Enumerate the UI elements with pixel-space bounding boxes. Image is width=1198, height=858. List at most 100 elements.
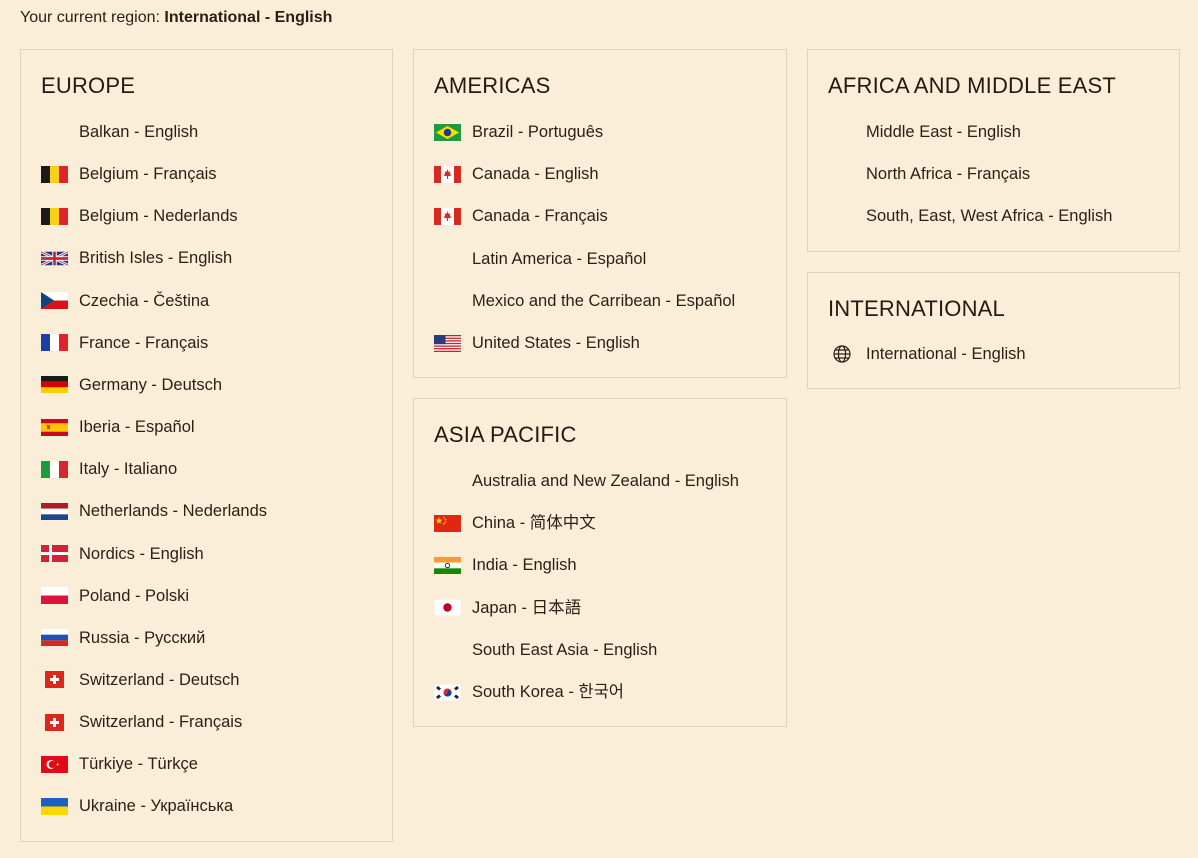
region-link-label: Russia - Русский bbox=[79, 628, 206, 647]
current-region-text: Your current region: International - Eng… bbox=[20, 8, 332, 28]
turkey-flag-icon bbox=[41, 755, 68, 773]
flag-placeholder bbox=[434, 641, 461, 658]
japan-flag-icon bbox=[434, 599, 461, 617]
region-link[interactable]: Ukraine - Українська bbox=[41, 794, 233, 818]
panel-africa-middle-east: AFRICA AND MIDDLE EAST Middle East - Eng… bbox=[807, 49, 1180, 252]
flag-placeholder bbox=[434, 473, 461, 490]
panel-title-international: INTERNATIONAL bbox=[828, 296, 1005, 321]
korea-flag-icon bbox=[434, 683, 461, 701]
region-link-label: Mexico and the Carribean - Español bbox=[472, 291, 736, 310]
netherlands-flag-icon bbox=[41, 502, 68, 520]
germany-flag-icon bbox=[41, 376, 68, 394]
switzerland-flag-icon bbox=[41, 671, 68, 689]
region-link[interactable]: Middle East - English bbox=[828, 120, 1021, 144]
region-link-label: Canada - Français bbox=[472, 207, 608, 226]
panel-asia-pacific: ASIA PACIFIC Australia and New Zealand -… bbox=[413, 398, 787, 727]
czechia-flag-icon bbox=[41, 292, 68, 310]
region-link-label: Australia and New Zealand - English bbox=[472, 472, 739, 490]
region-link-label: France - Français bbox=[79, 333, 209, 352]
region-link-label: Netherlands - Nederlands bbox=[79, 502, 268, 521]
region-link[interactable]: South, East, West Africa - English bbox=[828, 204, 1112, 228]
spain-flag-icon bbox=[41, 418, 68, 436]
region-link-label: Middle East - English bbox=[866, 123, 1021, 141]
denmark-flag-icon bbox=[41, 545, 68, 562]
region-link[interactable]: Mexico and the Carribean - Español bbox=[434, 289, 735, 313]
region-link-label: Türkiye - Türkçe bbox=[79, 755, 198, 774]
region-link-label: Italy - Italiano bbox=[79, 460, 178, 479]
region-link[interactable]: Italy - Italiano bbox=[41, 457, 177, 481]
region-link-label: Belgium - Français bbox=[79, 165, 217, 184]
flag-placeholder bbox=[828, 208, 855, 225]
panel-title-africa-middle-east: AFRICA AND MIDDLE EAST bbox=[828, 73, 1117, 98]
region-link[interactable]: Czechia - Čeština bbox=[41, 289, 209, 313]
region-link-label: Canada - English bbox=[472, 165, 599, 184]
china-flag-icon bbox=[434, 514, 461, 532]
india-flag-icon bbox=[434, 556, 461, 574]
region-link-label: South East Asia - English bbox=[472, 640, 658, 659]
flag-placeholder bbox=[434, 292, 461, 309]
region-link[interactable]: Australia and New Zealand - English bbox=[434, 469, 739, 493]
russia-flag-icon bbox=[41, 629, 68, 647]
region-link[interactable]: Balkan - English bbox=[41, 120, 198, 144]
panel-title-asia-pacific: ASIA PACIFIC bbox=[434, 422, 577, 447]
region-link[interactable]: Iberia - Español bbox=[41, 415, 195, 439]
region-link[interactable]: Latin America - Español bbox=[434, 247, 646, 271]
region-link-label: Switzerland - Français bbox=[79, 713, 243, 732]
region-link[interactable]: France - Français bbox=[41, 331, 208, 355]
panel-title-americas: AMERICAS bbox=[434, 73, 551, 98]
region-link-label: Switzerland - Deutsch bbox=[79, 670, 240, 689]
region-link-label: Poland - Polski bbox=[79, 586, 190, 605]
panel-international: INTERNATIONAL International - English bbox=[807, 272, 1180, 389]
region-link[interactable]: Canada - English bbox=[434, 162, 599, 186]
region-link[interactable]: Russia - Русский bbox=[41, 626, 205, 650]
region-link-label: Iberia - Español bbox=[79, 418, 195, 437]
region-link-label: Belgium - Nederlands bbox=[79, 207, 238, 226]
region-link[interactable]: Switzerland - Français bbox=[41, 710, 242, 734]
region-link[interactable]: Switzerland - Deutsch bbox=[41, 668, 239, 692]
region-link-label: Czechia - Čeština bbox=[79, 291, 210, 310]
canada-flag-icon bbox=[434, 207, 461, 225]
region-link[interactable]: Poland - Polski bbox=[41, 584, 189, 608]
globe-icon bbox=[828, 344, 855, 364]
panel-title-europe: EUROPE bbox=[41, 73, 136, 98]
region-link-label: India - English bbox=[472, 556, 577, 575]
region-link[interactable]: Belgium - Français bbox=[41, 162, 217, 186]
region-link[interactable]: Nordics - English bbox=[41, 542, 204, 566]
region-link[interactable]: International - English bbox=[828, 342, 1026, 366]
current-region-value: International - English bbox=[164, 9, 333, 26]
region-link-label: British Isles - English bbox=[79, 249, 233, 268]
region-link[interactable]: Netherlands - Nederlands bbox=[41, 499, 267, 523]
region-link[interactable]: Germany - Deutsch bbox=[41, 373, 222, 397]
region-link-label: International - English bbox=[866, 345, 1026, 363]
region-link[interactable]: North Africa - Français bbox=[828, 162, 1030, 186]
region-link-label: Nordics - English bbox=[79, 544, 204, 563]
region-link[interactable]: South East Asia - English bbox=[434, 638, 657, 662]
usa-flag-icon bbox=[434, 334, 461, 352]
region-link-label: Germany - Deutsch bbox=[79, 375, 223, 394]
uk-flag-icon bbox=[41, 250, 68, 267]
region-link[interactable]: United States - English bbox=[434, 331, 640, 355]
france-flag-icon bbox=[41, 334, 68, 352]
region-link[interactable]: China - 简体中文 bbox=[434, 511, 596, 535]
region-link-label: Japan - 日本語 bbox=[472, 598, 582, 617]
region-link[interactable]: India - English bbox=[434, 553, 577, 577]
region-link[interactable]: Belgium - Nederlands bbox=[41, 204, 238, 228]
panel-europe: EUROPE Balkan - English Belgium - Françai… bbox=[20, 49, 393, 842]
region-link-label: Brazil - Português bbox=[472, 123, 604, 141]
region-link-label: United States - English bbox=[472, 334, 640, 352]
region-link[interactable]: Canada - Français bbox=[434, 204, 608, 228]
region-link[interactable]: Brazil - Português bbox=[434, 120, 603, 144]
poland-flag-icon bbox=[41, 587, 68, 605]
canada-flag-icon bbox=[434, 165, 461, 183]
region-link[interactable]: Japan - 日本語 bbox=[434, 596, 581, 620]
current-region-prefix: Your current region: bbox=[20, 9, 160, 26]
italy-flag-icon bbox=[41, 460, 68, 478]
region-link-label: Balkan - English bbox=[79, 123, 199, 141]
region-link[interactable]: Türkiye - Türkçe bbox=[41, 752, 198, 776]
region-link[interactable]: South Korea - 한국어 bbox=[434, 680, 624, 704]
belgium-flag-icon bbox=[41, 207, 68, 225]
region-link-label: China - 简体中文 bbox=[472, 514, 596, 533]
switzerland-flag-icon bbox=[41, 713, 68, 731]
region-link-label: South, East, West Africa - English bbox=[866, 207, 1113, 226]
region-link[interactable]: British Isles - English bbox=[41, 246, 232, 270]
